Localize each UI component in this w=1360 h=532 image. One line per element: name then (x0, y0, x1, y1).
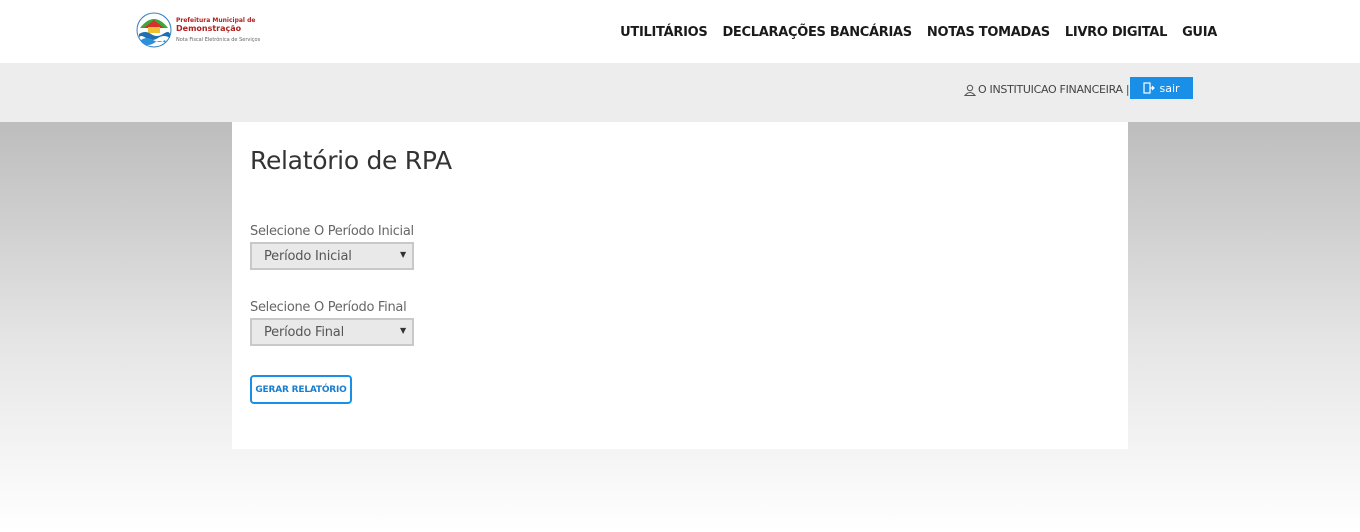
initial-period-value: Período Inicial (264, 249, 352, 264)
logo-line-1: Prefeitura Municipal de (176, 17, 256, 24)
nav-guia[interactable]: GUIA (1182, 25, 1217, 40)
generate-report-button[interactable]: GERAR RELATÓRIO (250, 375, 352, 404)
nav-utilitarios[interactable]: UTILITÁRIOS (620, 25, 708, 40)
user-name: O INSTITUICAO FINANCEIRA | (978, 83, 1130, 96)
logo-emblem-icon (136, 12, 172, 48)
initial-period-label: Selecione O Período Inicial (250, 224, 414, 239)
final-period-label: Selecione O Período Final (250, 300, 407, 315)
top-header: Prefeitura Municipal de Demonstração Not… (0, 0, 1360, 63)
logout-button[interactable]: sair (1130, 77, 1193, 99)
logout-icon (1143, 82, 1156, 94)
dropdown-arrow-icon: ▼ (400, 326, 406, 335)
page-title: Relatório de RPA (250, 146, 452, 175)
final-period-value: Período Final (264, 325, 344, 340)
report-panel: Relatório de RPA Selecione O Período Ini… (232, 122, 1128, 449)
initial-period-select[interactable]: Período Inicial ▼ (250, 242, 414, 270)
nav-declaracoes-bancarias[interactable]: DECLARAÇÕES BANCÁRIAS (722, 25, 912, 40)
nav-notas-tomadas[interactable]: NOTAS TOMADAS (927, 25, 1050, 40)
prefeitura-logo[interactable]: Prefeitura Municipal de Demonstração Not… (136, 12, 266, 50)
logout-label: sair (1159, 81, 1180, 95)
user-info: O INSTITUICAO FINANCEIRA | (964, 83, 1130, 96)
dropdown-arrow-icon: ▼ (400, 250, 406, 259)
final-period-select[interactable]: Período Final ▼ (250, 318, 414, 346)
main-nav: UTILITÁRIOS DECLARAÇÕES BANCÁRIAS NOTAS … (620, 25, 1217, 40)
nav-livro-digital[interactable]: LIVRO DIGITAL (1065, 25, 1168, 40)
logo-line-3: Nota Fiscal Eletrônica de Serviços (176, 37, 261, 43)
logo-line-2: Demonstração (176, 24, 242, 33)
user-icon (964, 84, 976, 96)
